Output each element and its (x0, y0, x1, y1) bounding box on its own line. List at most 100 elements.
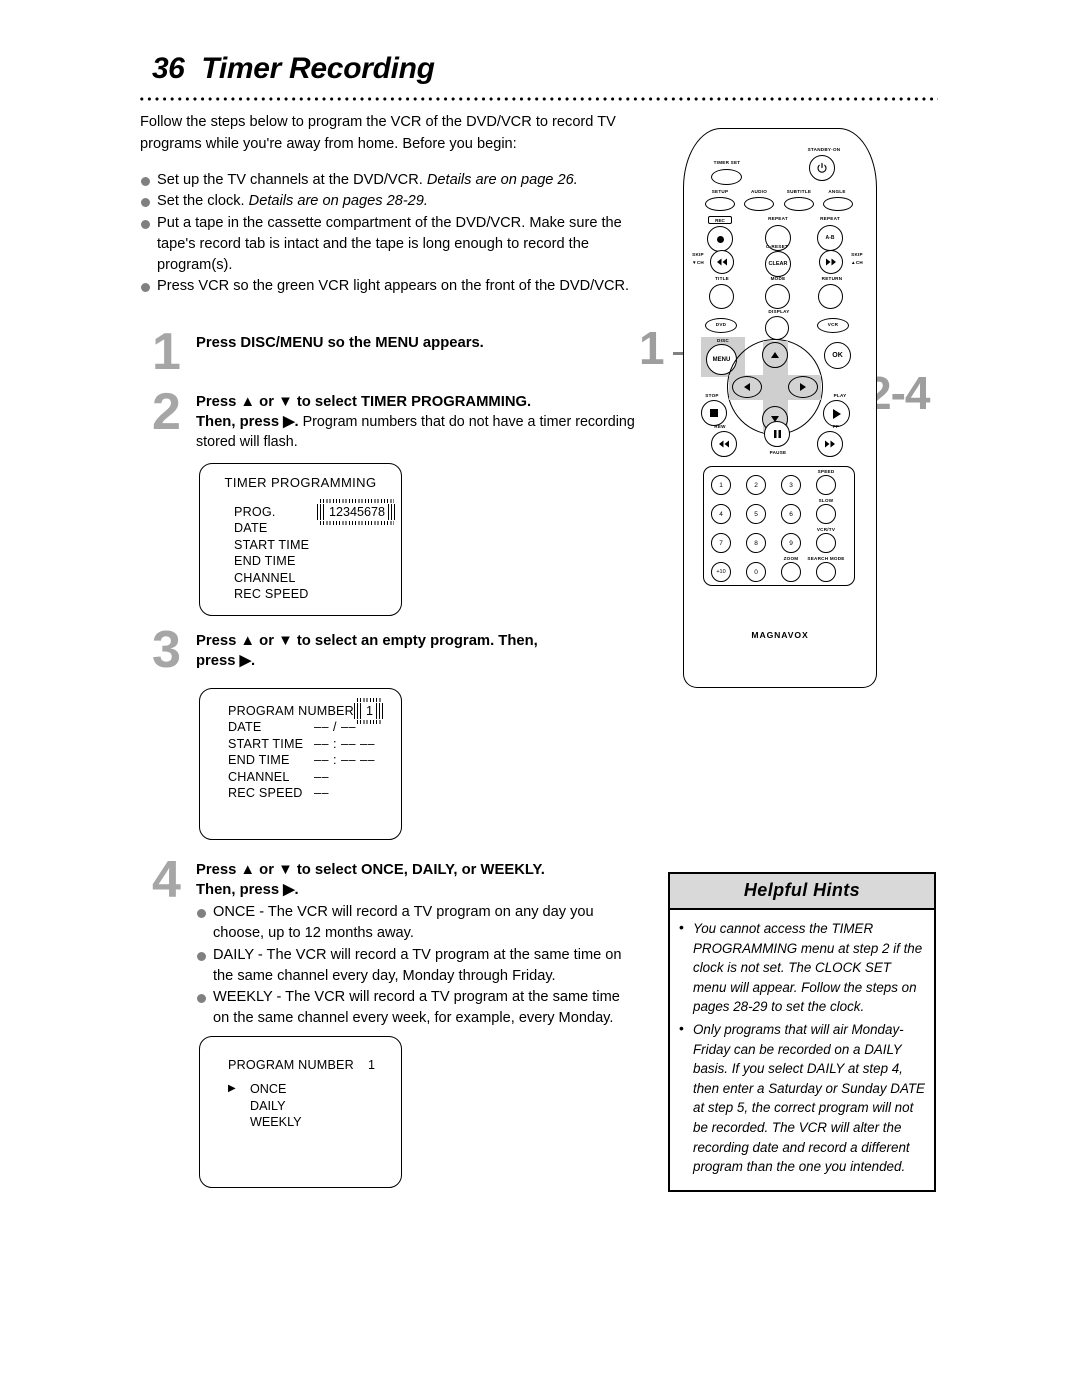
tv-screen-recording-frequency: PROGRAM NUMBER 1 ▶ ONCE DAILY WEEKLY (199, 1036, 402, 1188)
timer-set-label: TIMER SET (713, 160, 741, 165)
key-label: 4 (719, 510, 723, 518)
audio-button[interactable] (744, 197, 774, 211)
field-value: –– (314, 769, 330, 784)
up-button[interactable] (762, 342, 788, 368)
hint-item: Only programs that will air Monday-Frida… (676, 1019, 926, 1177)
ok-button[interactable]: OK (824, 342, 851, 369)
step-2-heading-a: Press ▲ or ▼ to select TIMER PROGRAMMING… (196, 394, 532, 410)
dvd-label: DVD (715, 322, 727, 327)
key-2[interactable]: 2 (746, 475, 766, 495)
tv-screen-program-number-empty: PROGRAM NUMBER 1 DATE –– / –– START TIME –… (199, 688, 402, 840)
record-button[interactable] (707, 226, 733, 252)
return-button[interactable] (818, 284, 843, 309)
left-button[interactable] (732, 376, 762, 398)
screen-fields: PROGRAM NUMBER 1 DATE –– / –– START TIME –… (228, 698, 401, 801)
slow-label: SLOW (818, 498, 834, 503)
step-3-heading-a: Press ▲ or ▼ to select an empty program.… (196, 633, 538, 649)
list-item: Put a tape in the cassette compartment o… (140, 213, 648, 277)
bullet-text: Press VCR so the green VCR light appears… (157, 278, 630, 295)
search-mode-label: SEARCH MODE (807, 556, 845, 561)
step-2-heading-b: Then, press ▶. Program numbers that do n… (196, 412, 638, 452)
mode-button[interactable] (765, 284, 790, 309)
field-value-flashing: 12345678 (320, 499, 395, 526)
key-8[interactable]: 8 (746, 533, 766, 553)
return-label: RETURN (821, 276, 843, 281)
ok-text: OK (832, 352, 843, 359)
setup-button[interactable] (705, 197, 735, 211)
key-5[interactable]: 5 (746, 504, 766, 524)
right-button[interactable] (788, 376, 818, 398)
field-label: REC SPEED (228, 786, 303, 801)
key-label: 2 (754, 481, 758, 489)
bullet-italic: Details are on pages 28-29. (248, 193, 428, 210)
key-4[interactable]: 4 (711, 504, 731, 524)
ab-text: A-B (825, 235, 835, 241)
chevron-up-icon (771, 352, 779, 358)
stop-icon (710, 409, 718, 417)
field-row: END TIME (234, 553, 401, 569)
repeat-ab-button[interactable]: A-B (817, 225, 843, 251)
skip-down-label: SKIP (692, 252, 704, 257)
skip-back-button[interactable] (710, 250, 734, 274)
bullet-text: Put a tape in the cassette compartment o… (157, 214, 622, 274)
field-value: 1 (367, 1058, 376, 1072)
pause-label: PAUSE (769, 450, 787, 455)
display-button[interactable] (765, 316, 789, 340)
fast-forward-button[interactable] (817, 431, 843, 457)
slow-button[interactable] (816, 504, 836, 524)
step-4-heading-b: Then, press ▶. (196, 882, 299, 898)
cursor-icon: ▶ (228, 1083, 236, 1095)
key-label: 0 (754, 568, 758, 576)
skip-forward-button[interactable] (819, 250, 843, 274)
remote-control-diagram: TIMER SET STANDBY·ON SETUP AUDIO SUBTITL… (683, 128, 877, 688)
step-1-heading: Press DISC/MENU so the MENU appears. (196, 335, 484, 351)
key-label: 3 (789, 481, 793, 489)
timer-set-button[interactable] (711, 169, 742, 185)
field-label: PROGRAM NUMBER (228, 1058, 354, 1072)
angle-button[interactable] (823, 197, 853, 211)
key-0[interactable]: 0 (746, 562, 766, 582)
key-7[interactable]: 7 (711, 533, 731, 553)
skip-up-ch-label: ▲CH (851, 260, 863, 265)
helpful-hints-body: You cannot access the TIMER PROGRAMMING … (670, 910, 934, 1190)
step-4-bullets: ONCE - The VCR will record a TV program … (196, 902, 638, 1030)
title-button[interactable] (709, 284, 734, 309)
zoom-button[interactable] (781, 562, 801, 582)
key-1[interactable]: 1 (711, 475, 731, 495)
speed-button[interactable] (816, 475, 836, 495)
play-button[interactable] (823, 400, 850, 427)
ff-label: FF (832, 424, 840, 429)
repeat-label: REPEAT (768, 216, 788, 221)
step-2-body: Press ▲ or ▼ to select TIMER PROGRAMMING… (196, 392, 638, 452)
angle-label: ANGLE (828, 189, 846, 194)
field-value: –– : –– –– (314, 736, 376, 751)
disc-label: DISC (717, 338, 729, 343)
key-9[interactable]: 9 (781, 533, 801, 553)
clear-button[interactable]: CLEAR (765, 251, 791, 277)
power-button[interactable] (809, 155, 835, 181)
list-item: WEEKLY - The VCR will record a TV progra… (196, 987, 638, 1030)
key-label: 8 (754, 539, 758, 547)
field-row: START TIME (234, 537, 401, 553)
subtitle-button[interactable] (784, 197, 814, 211)
vcr-label: VCR (827, 322, 839, 327)
list-item: Set the clock. Details are on pages 28-2… (140, 191, 648, 212)
helpful-hints-header: Helpful Hints (670, 874, 934, 910)
field-value: 12345678 (329, 505, 386, 519)
key-3[interactable]: 3 (781, 475, 801, 495)
vcr-tv-button[interactable] (816, 533, 836, 553)
key-6[interactable]: 6 (781, 504, 801, 524)
field-row: PROGRAM NUMBER 1 (228, 698, 401, 725)
audio-label: AUDIO (750, 189, 768, 194)
rewind-button[interactable] (711, 431, 737, 457)
pause-button[interactable] (764, 421, 790, 447)
key-label: +10 (716, 569, 726, 575)
key-plus-10[interactable]: +10 (711, 562, 731, 582)
rewind-icon (719, 440, 729, 448)
option-row-weekly: WEEKLY (228, 1114, 401, 1130)
search-mode-button[interactable] (816, 562, 836, 582)
skip-forward-icon (826, 258, 836, 266)
callout-step-1: 1 (639, 322, 665, 374)
play-icon (832, 408, 841, 419)
stop-button[interactable] (701, 400, 727, 426)
